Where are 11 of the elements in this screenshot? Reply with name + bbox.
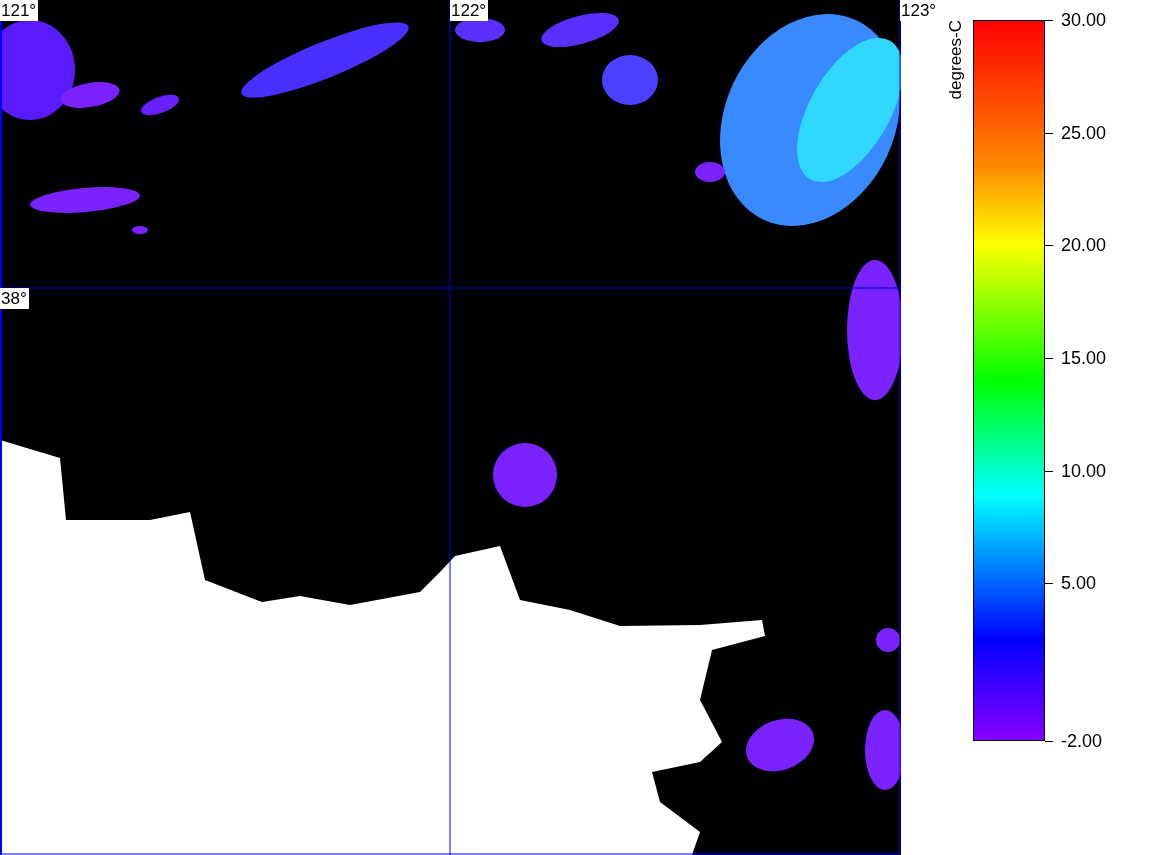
latitude-label: 38° [0, 288, 29, 309]
longitude-label: 122° [450, 0, 489, 21]
scale-tick-label: 15.00 [1061, 347, 1107, 368]
longitude-label: 121° [0, 0, 39, 21]
scale-tick-label: 25.00 [1061, 122, 1107, 143]
legend-title: degrees-C [946, 20, 966, 100]
scale-tick-label: 10.00 [1061, 460, 1107, 481]
scale-tick-label: 30.00 [1061, 10, 1107, 30]
scale-tick-label: 5.00 [1061, 573, 1097, 594]
scale-tick-label: -2.00 [1061, 731, 1103, 751]
scale-tick-label: 20.00 [1061, 235, 1107, 256]
